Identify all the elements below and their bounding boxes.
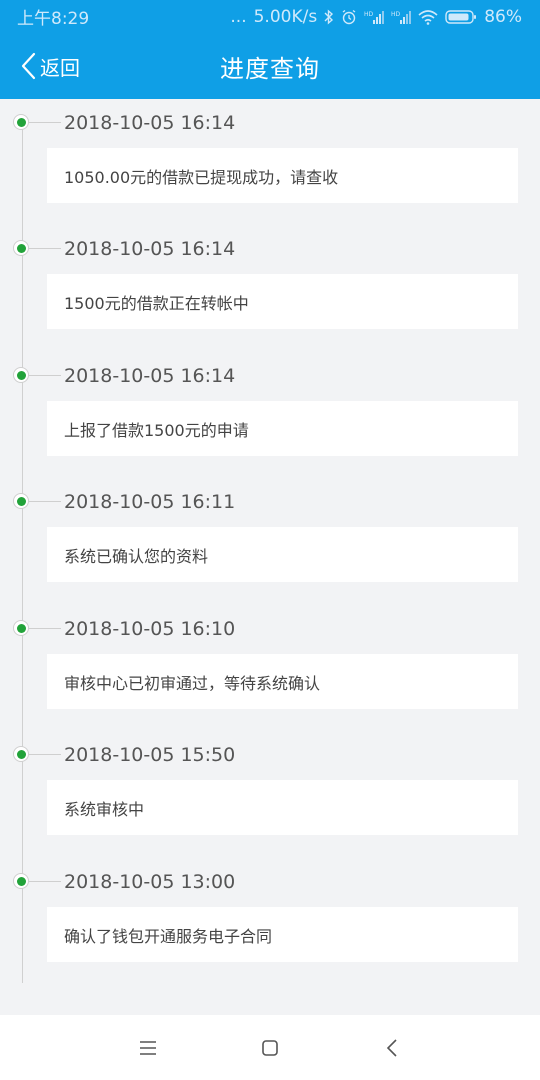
status-dot-icon [13,114,29,130]
status-icons: ... 5.00K/s HD HD 86% [230,7,522,27]
status-dot-icon [13,873,29,889]
timeline-time: 2018-10-05 16:11 [64,491,236,513]
timeline-message: 1500元的借款正在转帐中 [47,274,518,329]
timeline-time: 2018-10-05 16:14 [64,112,236,134]
timeline-time: 2018-10-05 16:14 [64,365,236,387]
timeline-message: 系统已确认您的资料 [47,527,518,582]
status-dot-icon [13,620,29,636]
menu-icon[interactable] [133,1033,163,1063]
page-title: 进度查询 [220,54,320,83]
timeline-item: 2018-10-05 15:50 系统审核中 [0,731,540,857]
status-dot-icon [13,240,29,256]
timeline-item: 2018-10-05 16:14 1050.00元的借款已提现成功，请查收 [0,99,540,225]
status-dots: ... [230,6,247,27]
system-nav-bar [0,1015,540,1080]
progress-timeline: 2018-10-05 16:14 1050.00元的借款已提现成功，请查收 20… [0,99,540,1015]
home-icon[interactable] [255,1033,285,1063]
net-speed: 5.00K/s [253,6,318,27]
timeline-time: 2018-10-05 16:10 [64,618,236,640]
timeline-connector [29,881,61,882]
timeline-connector [29,375,61,376]
status-bar: 上午8:29 ... 5.00K/s HD HD 86% [0,0,540,33]
timeline-item: 2018-10-05 16:10 审核中心已初审通过，等待系统确认 [0,605,540,731]
timeline-item: 2018-10-05 16:14 上报了借款1500元的申请 [0,352,540,478]
signal-hd-icon: HD [391,9,412,25]
timeline-message: 系统审核中 [47,780,518,835]
timeline-time: 2018-10-05 13:00 [64,871,236,893]
timeline-time: 2018-10-05 15:50 [64,744,236,766]
timeline-item: 2018-10-05 13:00 确认了钱包开通服务电子合同 [0,858,540,984]
back-icon[interactable] [377,1033,407,1063]
timeline-message: 确认了钱包开通服务电子合同 [47,907,518,962]
svg-text:HD: HD [391,11,401,18]
timeline-time: 2018-10-05 16:14 [64,238,236,260]
status-dot-icon [13,493,29,509]
timeline-connector [29,501,61,502]
battery-icon [445,9,477,25]
status-dot-icon [13,746,29,762]
timeline-connector [29,754,61,755]
signal-hd-icon: HD [364,9,385,25]
timeline-connector [29,628,61,629]
status-time: 上午8:29 [17,9,90,29]
status-dot-icon [13,367,29,383]
timeline-connector [29,248,61,249]
timeline-item: 2018-10-05 16:14 1500元的借款正在转帐中 [0,225,540,351]
wifi-icon [418,9,438,25]
timeline-message: 审核中心已初审通过，等待系统确认 [47,654,518,709]
timeline-message: 上报了借款1500元的申请 [47,401,518,456]
bluetooth-icon [324,8,334,25]
header: 返回 进度查询 [0,33,540,99]
timeline-message: 1050.00元的借款已提现成功，请查收 [47,148,518,203]
svg-text:HD: HD [364,11,374,18]
battery-level: 86% [484,6,522,27]
alarm-icon [341,9,357,25]
timeline-connector [29,122,61,123]
timeline-item: 2018-10-05 16:11 系统已确认您的资料 [0,478,540,604]
